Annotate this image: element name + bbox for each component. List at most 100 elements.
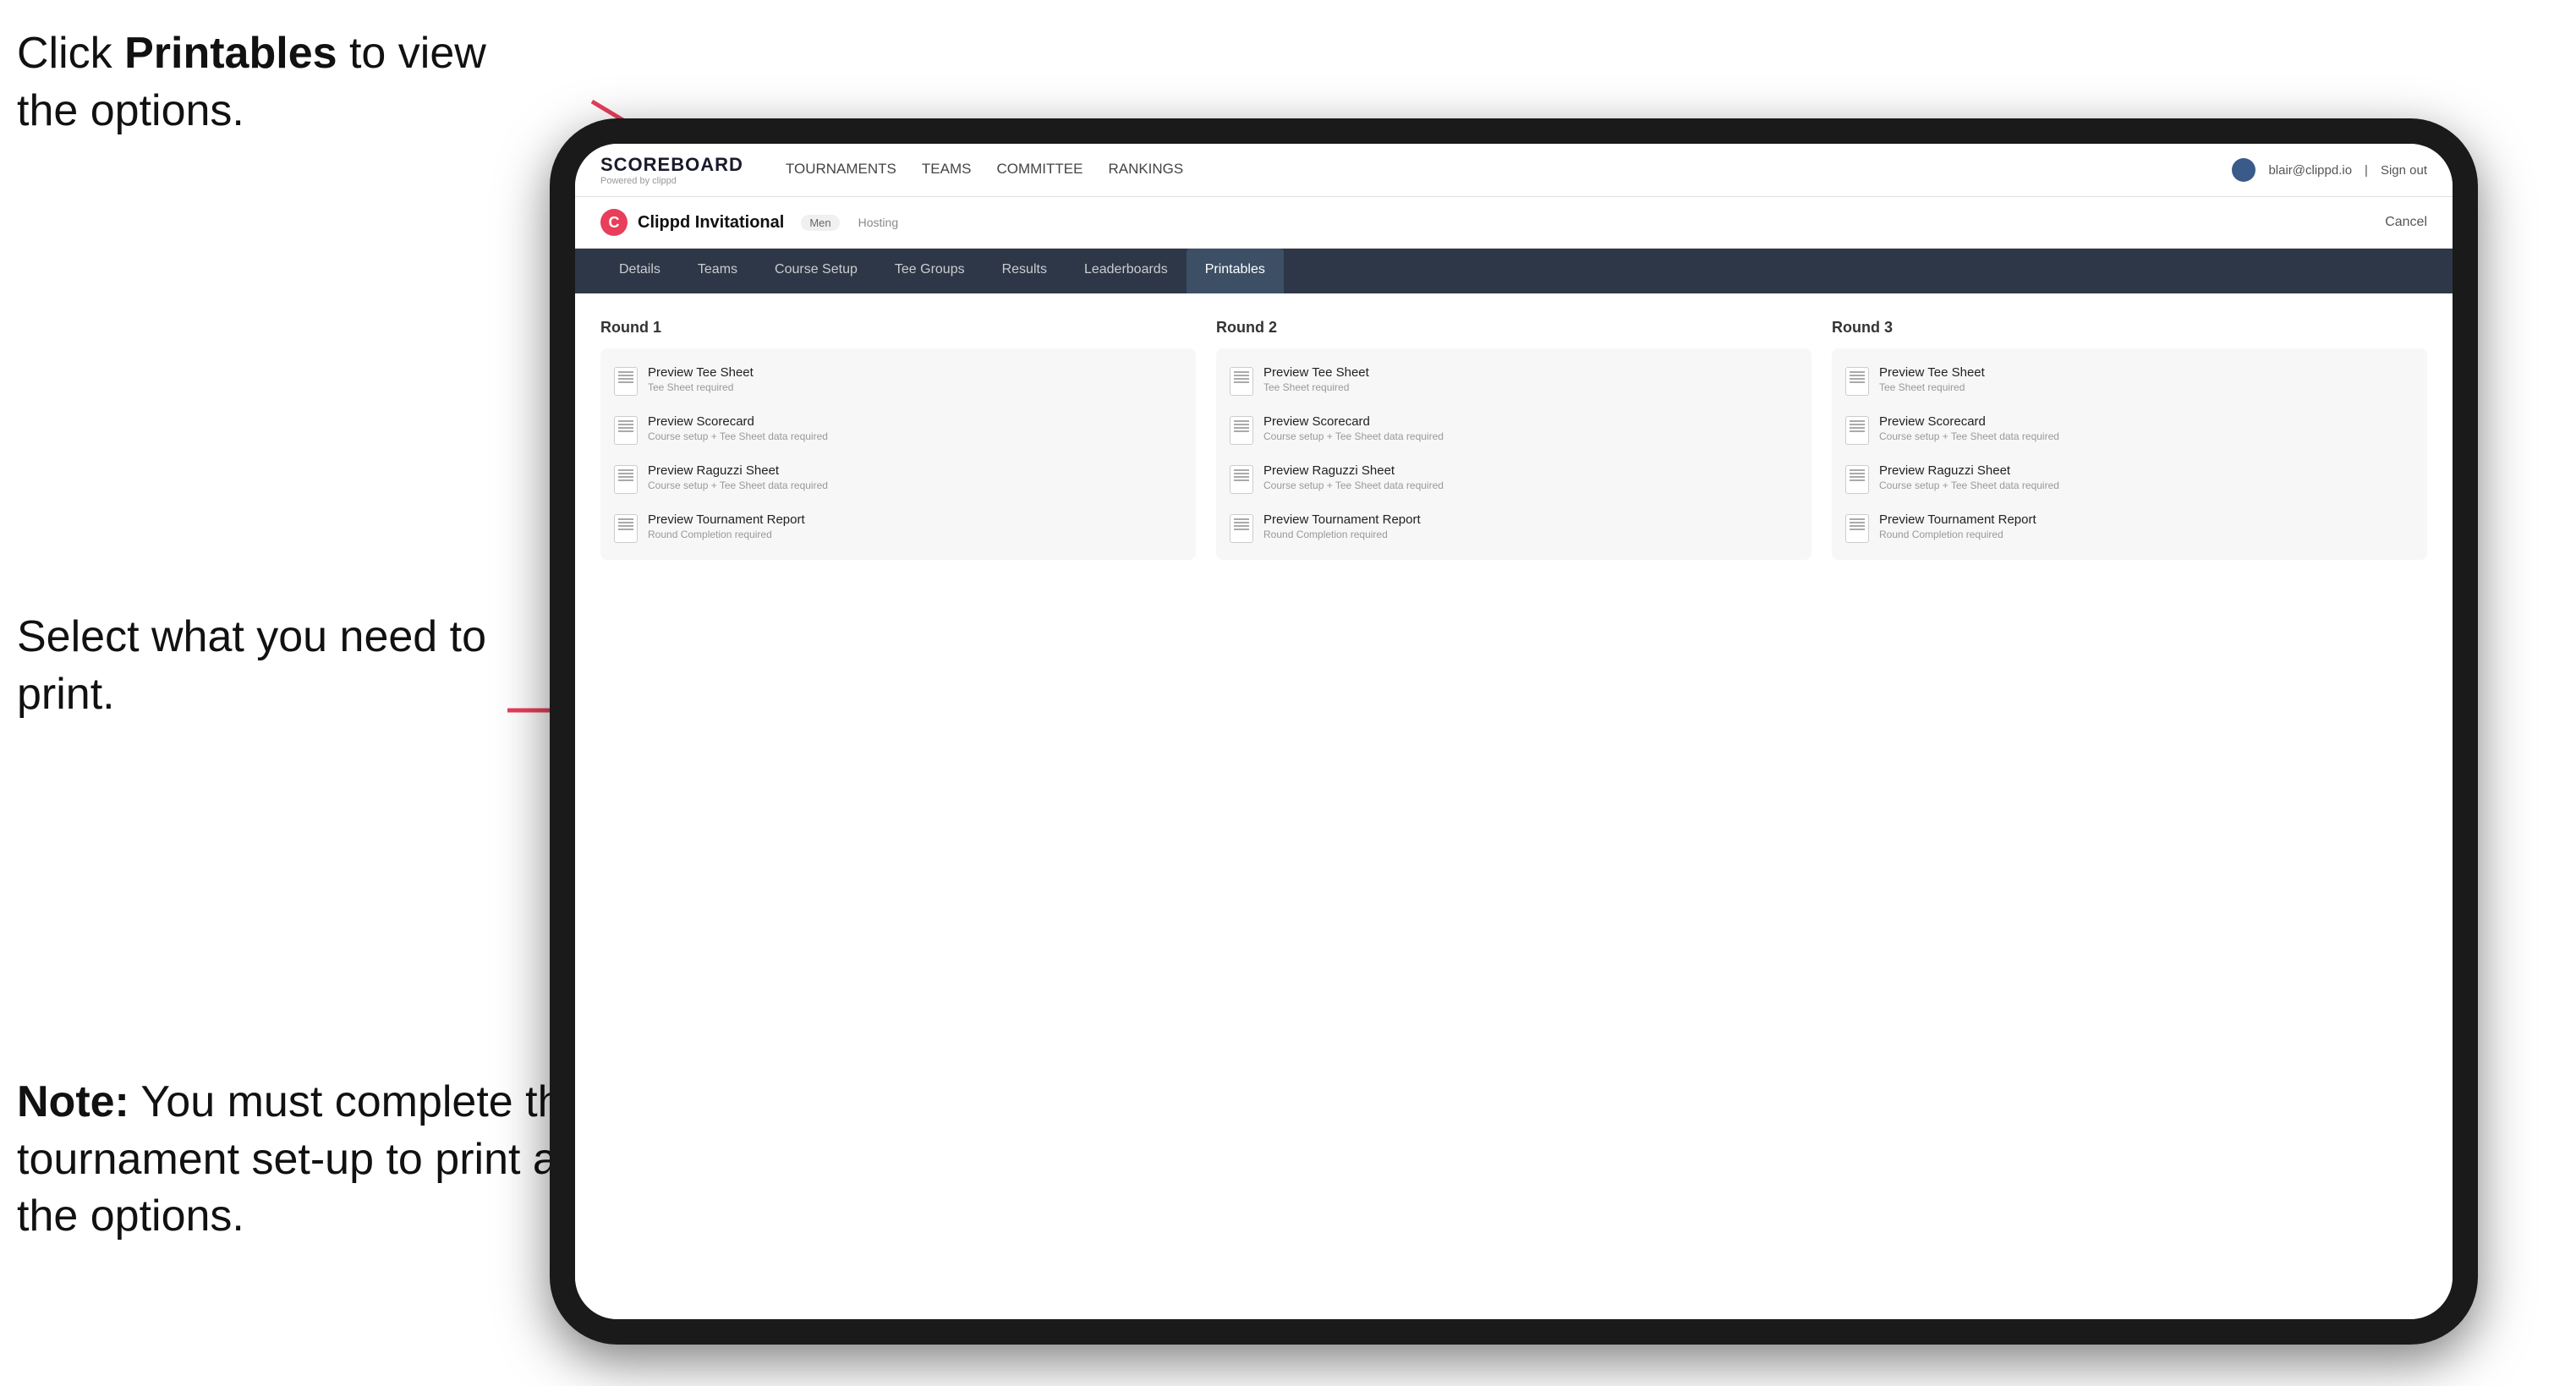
card-title: Preview Tee Sheet: [1879, 365, 1985, 380]
tournament-title: Clippd Invitational: [638, 213, 784, 233]
round3-raguzzi[interactable]: Preview Raguzzi Sheet Course setup + Tee…: [1845, 460, 2414, 497]
round-1-title: Round 1: [600, 319, 1196, 337]
doc-icon: [1845, 416, 1869, 445]
brand: SCOREBOARD Powered by clippd: [600, 154, 743, 186]
rounds-grid: Round 1 Preview Tee Sheet Tee Sheet requ…: [600, 319, 2427, 560]
annotation-middle-text: Select what you need to print.: [17, 612, 486, 719]
card-title: Preview Scorecard: [1263, 414, 1444, 429]
doc-icon: [1230, 416, 1253, 445]
hosting-badge: Hosting: [858, 216, 898, 229]
round-3-title: Round 3: [1832, 319, 2427, 337]
card-subtitle: Course setup + Tee Sheet data required: [648, 430, 828, 442]
tab-leaderboards[interactable]: Leaderboards: [1066, 249, 1187, 293]
round2-tee-sheet[interactable]: Preview Tee Sheet Tee Sheet required: [1230, 362, 1798, 399]
card-subtitle: Course setup + Tee Sheet data required: [1879, 479, 2059, 491]
nav-rankings[interactable]: RANKINGS: [1108, 157, 1183, 183]
card-title: Preview Raguzzi Sheet: [1263, 463, 1444, 478]
brand-title: SCOREBOARD: [600, 154, 743, 176]
tab-printables[interactable]: Printables: [1187, 249, 1284, 293]
sign-out-link[interactable]: Sign out: [2381, 163, 2427, 178]
nav-teams[interactable]: TEAMS: [922, 157, 972, 183]
card-title: Preview Scorecard: [1879, 414, 2059, 429]
card-text: Preview Tee Sheet Tee Sheet required: [1879, 365, 1985, 393]
nav-committee[interactable]: COMMITTEE: [996, 157, 1082, 183]
doc-icon: [1845, 367, 1869, 396]
round1-raguzzi[interactable]: Preview Raguzzi Sheet Course setup + Tee…: [614, 460, 1182, 497]
doc-icon: [614, 416, 638, 445]
card-text: Preview Scorecard Course setup + Tee She…: [648, 414, 828, 442]
card-subtitle: Round Completion required: [1879, 529, 2036, 540]
user-email: blair@clippd.io: [2268, 163, 2352, 178]
top-nav-links: TOURNAMENTS TEAMS COMMITTEE RANKINGS: [786, 157, 2199, 183]
round-1-cards: Preview Tee Sheet Tee Sheet required Pre…: [600, 348, 1196, 560]
avatar: [2232, 158, 2255, 182]
card-title: Preview Tournament Report: [648, 512, 805, 527]
round1-scorecard[interactable]: Preview Scorecard Course setup + Tee She…: [614, 411, 1182, 448]
card-title: Preview Raguzzi Sheet: [1879, 463, 2059, 478]
card-text: Preview Raguzzi Sheet Course setup + Tee…: [1879, 463, 2059, 491]
round3-scorecard[interactable]: Preview Scorecard Course setup + Tee She…: [1845, 411, 2414, 448]
tournament-gender-badge: Men: [801, 215, 839, 231]
card-title: Preview Tee Sheet: [1263, 365, 1369, 380]
nav-tournaments[interactable]: TOURNAMENTS: [786, 157, 896, 183]
card-title: Preview Tournament Report: [1263, 512, 1421, 527]
doc-icon: [1845, 514, 1869, 543]
tablet-device: SCOREBOARD Powered by clippd TOURNAMENTS…: [550, 118, 2478, 1345]
annotation-top: Click Printables to view the options.: [17, 25, 541, 140]
round-3-cards: Preview Tee Sheet Tee Sheet required Pre…: [1832, 348, 2427, 560]
doc-icon: [1230, 465, 1253, 494]
tab-results[interactable]: Results: [984, 249, 1066, 293]
card-subtitle: Round Completion required: [1263, 529, 1421, 540]
tab-teams[interactable]: Teams: [679, 249, 756, 293]
card-text: Preview Tee Sheet Tee Sheet required: [648, 365, 754, 393]
round-1-column: Round 1 Preview Tee Sheet Tee Sheet requ…: [600, 319, 1196, 560]
annotation-top-text: Click Printables to view the options.: [17, 29, 486, 135]
card-subtitle: Course setup + Tee Sheet data required: [648, 479, 828, 491]
cancel-button[interactable]: Cancel: [2385, 215, 2427, 230]
top-nav: SCOREBOARD Powered by clippd TOURNAMENTS…: [575, 144, 2453, 197]
doc-icon: [1845, 465, 1869, 494]
round-2-cards: Preview Tee Sheet Tee Sheet required Pre…: [1216, 348, 1811, 560]
tab-details[interactable]: Details: [600, 249, 679, 293]
tournament-header: C Clippd Invitational Men Hosting Cancel: [575, 197, 2453, 249]
card-subtitle: Course setup + Tee Sheet data required: [1879, 430, 2059, 442]
tournament-name: C Clippd Invitational Men Hosting: [600, 209, 898, 236]
round3-tee-sheet[interactable]: Preview Tee Sheet Tee Sheet required: [1845, 362, 2414, 399]
annotation-bold-printables: Printables: [124, 29, 337, 78]
nav-separator: |: [2365, 163, 2368, 178]
card-title: Preview Raguzzi Sheet: [648, 463, 828, 478]
annotation-middle: Select what you need to print.: [17, 609, 541, 723]
round3-tournament-report[interactable]: Preview Tournament Report Round Completi…: [1845, 509, 2414, 546]
round1-tournament-report[interactable]: Preview Tournament Report Round Completi…: [614, 509, 1182, 546]
main-content: Round 1 Preview Tee Sheet Tee Sheet requ…: [575, 293, 2453, 1319]
tablet-screen: SCOREBOARD Powered by clippd TOURNAMENTS…: [575, 144, 2453, 1319]
card-subtitle: Tee Sheet required: [648, 381, 754, 393]
card-text: Preview Raguzzi Sheet Course setup + Tee…: [648, 463, 828, 491]
card-title: Preview Tournament Report: [1879, 512, 2036, 527]
card-title: Preview Scorecard: [648, 414, 828, 429]
round-2-title: Round 2: [1216, 319, 1811, 337]
app-container: SCOREBOARD Powered by clippd TOURNAMENTS…: [575, 144, 2453, 1319]
tab-tee-groups[interactable]: Tee Groups: [876, 249, 984, 293]
card-text: Preview Scorecard Course setup + Tee She…: [1263, 414, 1444, 442]
card-text: Preview Tournament Report Round Completi…: [648, 512, 805, 540]
round2-tournament-report[interactable]: Preview Tournament Report Round Completi…: [1230, 509, 1798, 546]
doc-icon: [614, 367, 638, 396]
doc-icon: [614, 465, 638, 494]
tab-course-setup[interactable]: Course Setup: [756, 249, 876, 293]
card-subtitle: Course setup + Tee Sheet data required: [1263, 430, 1444, 442]
card-text: Preview Raguzzi Sheet Course setup + Tee…: [1263, 463, 1444, 491]
card-title: Preview Tee Sheet: [648, 365, 754, 380]
top-nav-right: blair@clippd.io | Sign out: [2232, 158, 2427, 182]
round1-tee-sheet[interactable]: Preview Tee Sheet Tee Sheet required: [614, 362, 1182, 399]
doc-icon: [614, 514, 638, 543]
card-subtitle: Tee Sheet required: [1879, 381, 1985, 393]
annotation-note-bold: Note:: [17, 1077, 129, 1126]
clippd-logo: C: [600, 209, 628, 236]
round2-raguzzi[interactable]: Preview Raguzzi Sheet Course setup + Tee…: [1230, 460, 1798, 497]
card-subtitle: Tee Sheet required: [1263, 381, 1369, 393]
round-2-column: Round 2 Preview Tee Sheet Tee Sheet requ…: [1216, 319, 1811, 560]
round-3-column: Round 3 Preview Tee Sheet Tee Sheet requ…: [1832, 319, 2427, 560]
round2-scorecard[interactable]: Preview Scorecard Course setup + Tee She…: [1230, 411, 1798, 448]
card-text: Preview Tournament Report Round Completi…: [1879, 512, 2036, 540]
